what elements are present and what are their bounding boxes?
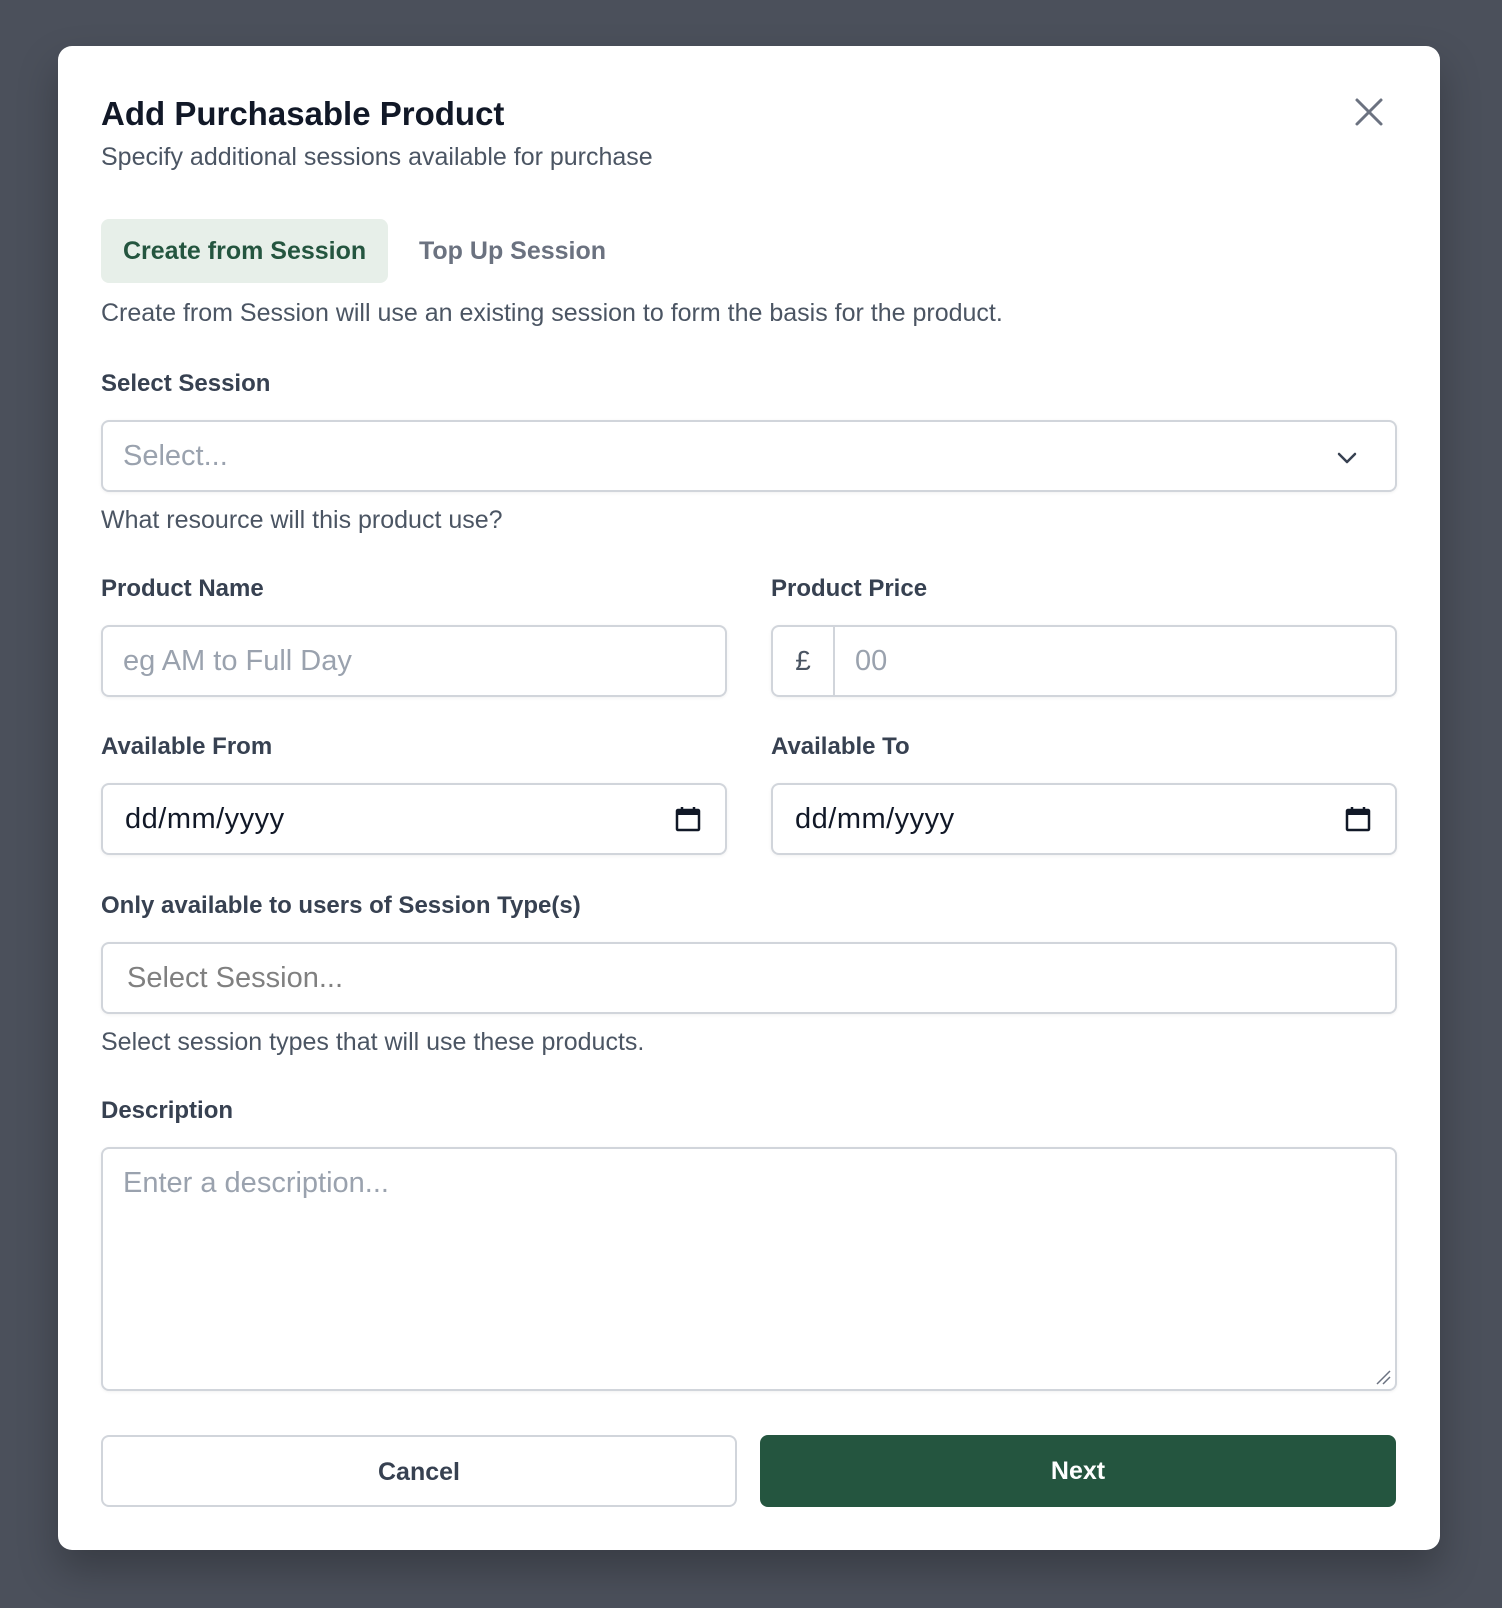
product-name-input[interactable]: eg AM to Full Day <box>101 625 727 697</box>
tab-create-from-session[interactable]: Create from Session <box>101 219 389 283</box>
session-types-help: Select session types that will use these… <box>101 1028 645 1056</box>
available-from-label: Available From <box>101 733 273 760</box>
product-name-placeholder: eg AM to Full Day <box>123 645 352 677</box>
description-textarea[interactable]: Enter a description... <box>101 1147 1397 1391</box>
calendar-icon[interactable] <box>675 805 701 833</box>
cancel-button[interactable]: Cancel <box>101 1435 737 1507</box>
description-label: Description <box>101 1097 234 1124</box>
close-button[interactable] <box>1351 94 1387 130</box>
tab-top-up-session[interactable]: Top Up Session <box>397 219 628 283</box>
product-price-placeholder: 00 <box>855 645 888 677</box>
next-button[interactable]: Next <box>760 1435 1396 1507</box>
chevron-down-icon <box>1337 452 1357 464</box>
available-from-date-input[interactable]: dd/mm/yyyy <box>101 783 727 855</box>
close-icon <box>1355 98 1383 126</box>
available-to-label: Available To <box>771 733 910 760</box>
currency-prefix: £ <box>773 627 835 695</box>
session-types-label: Only available to users of Session Type(… <box>101 892 581 919</box>
tab-description: Create from Session will use an existing… <box>101 299 1003 327</box>
product-price-input[interactable]: £ 00 <box>771 625 1397 697</box>
description-placeholder: Enter a description... <box>123 1167 389 1199</box>
available-from-value: dd/mm/yyyy <box>125 803 285 835</box>
add-product-modal: Add Purchasable Product Specify addition… <box>58 46 1440 1550</box>
modal-subtitle: Specify additional sessions available fo… <box>101 143 653 171</box>
modal-title: Add Purchasable Product <box>101 95 505 132</box>
session-types-multiselect[interactable]: Select Session... <box>101 942 1397 1014</box>
available-to-value: dd/mm/yyyy <box>795 803 955 835</box>
product-name-label: Product Name <box>101 575 264 602</box>
select-session-placeholder: Select... <box>123 440 228 472</box>
available-to-date-input[interactable]: dd/mm/yyyy <box>771 783 1397 855</box>
select-session-dropdown[interactable]: Select... <box>101 420 1397 492</box>
session-types-placeholder: Select Session... <box>127 962 343 994</box>
product-price-label: Product Price <box>771 575 928 602</box>
resize-handle-icon[interactable] <box>1375 1369 1391 1385</box>
calendar-icon[interactable] <box>1345 805 1371 833</box>
select-session-label: Select Session <box>101 370 271 397</box>
select-session-help: What resource will this product use? <box>101 506 503 534</box>
